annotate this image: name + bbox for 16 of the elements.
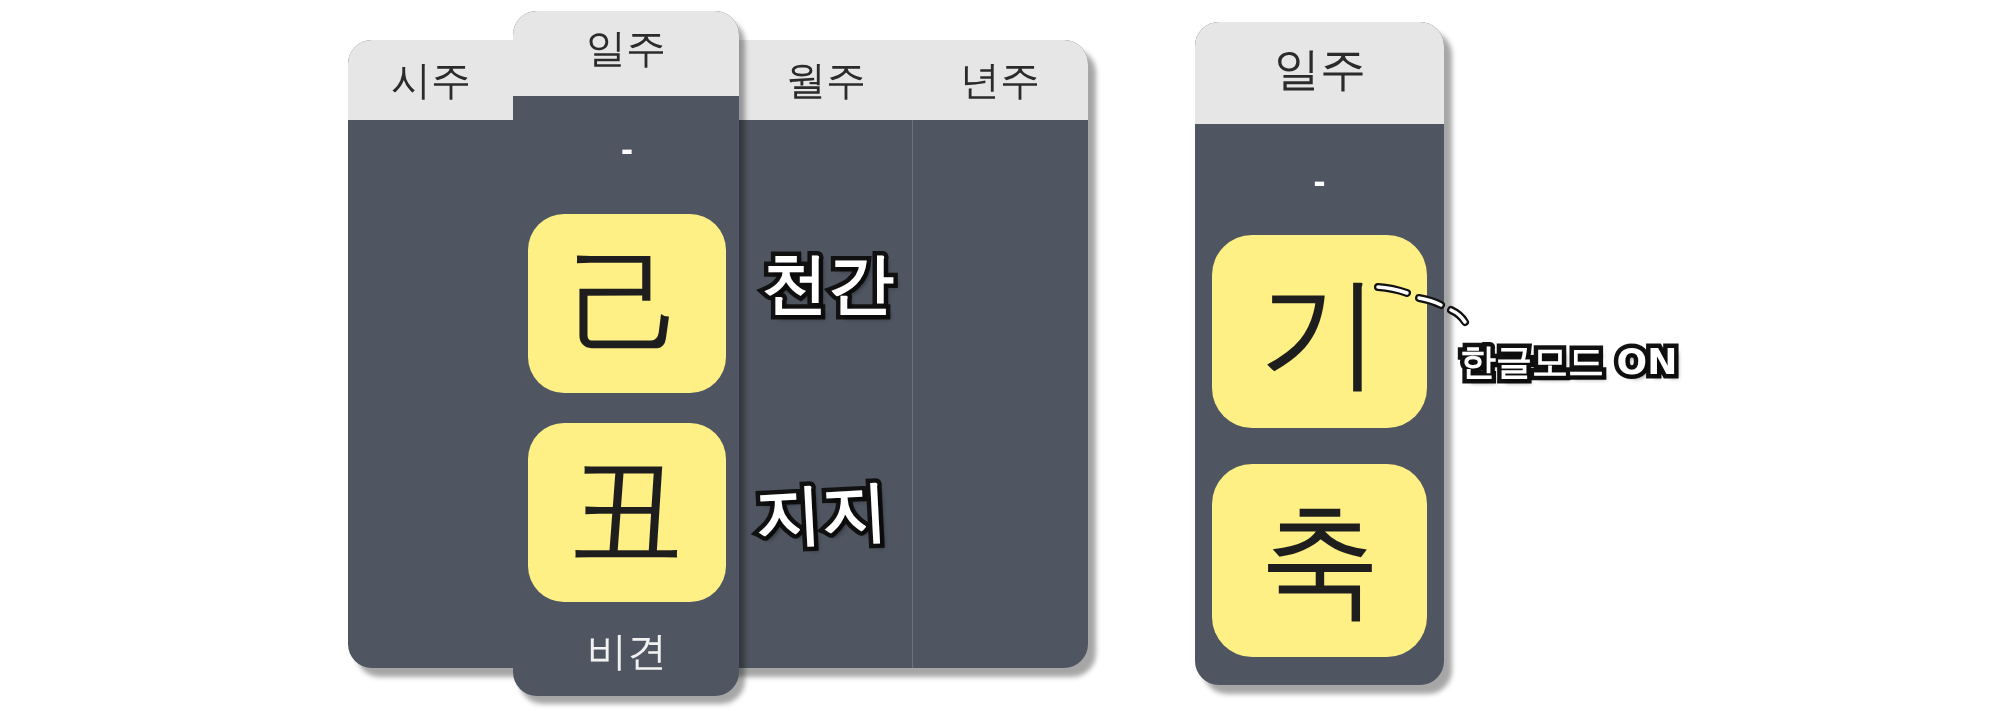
annotation-label: 지지 — [753, 470, 891, 558]
stem-tile: 己 — [528, 214, 726, 393]
stem-tile: 기 — [1212, 235, 1427, 428]
branch-tile: 축 — [1212, 464, 1427, 657]
column-header: 시주 — [348, 40, 513, 120]
card-header: 일주 — [1195, 22, 1444, 124]
column-header: 월주 — [739, 40, 912, 120]
column-header: 년주 — [912, 40, 1088, 120]
empty-value: - — [619, 136, 635, 166]
column-header: 일주 — [513, 11, 739, 96]
annotation-label: 한글모드 ON — [1452, 334, 1688, 392]
relation-label: 비견 — [586, 627, 668, 676]
empty-value: - — [1312, 168, 1327, 198]
highlighted-column[interactable]: 일주 - 己 丑 비견 — [513, 11, 739, 696]
branch-tile: 丑 — [528, 423, 726, 602]
annotation-label: 천간 — [761, 244, 895, 324]
